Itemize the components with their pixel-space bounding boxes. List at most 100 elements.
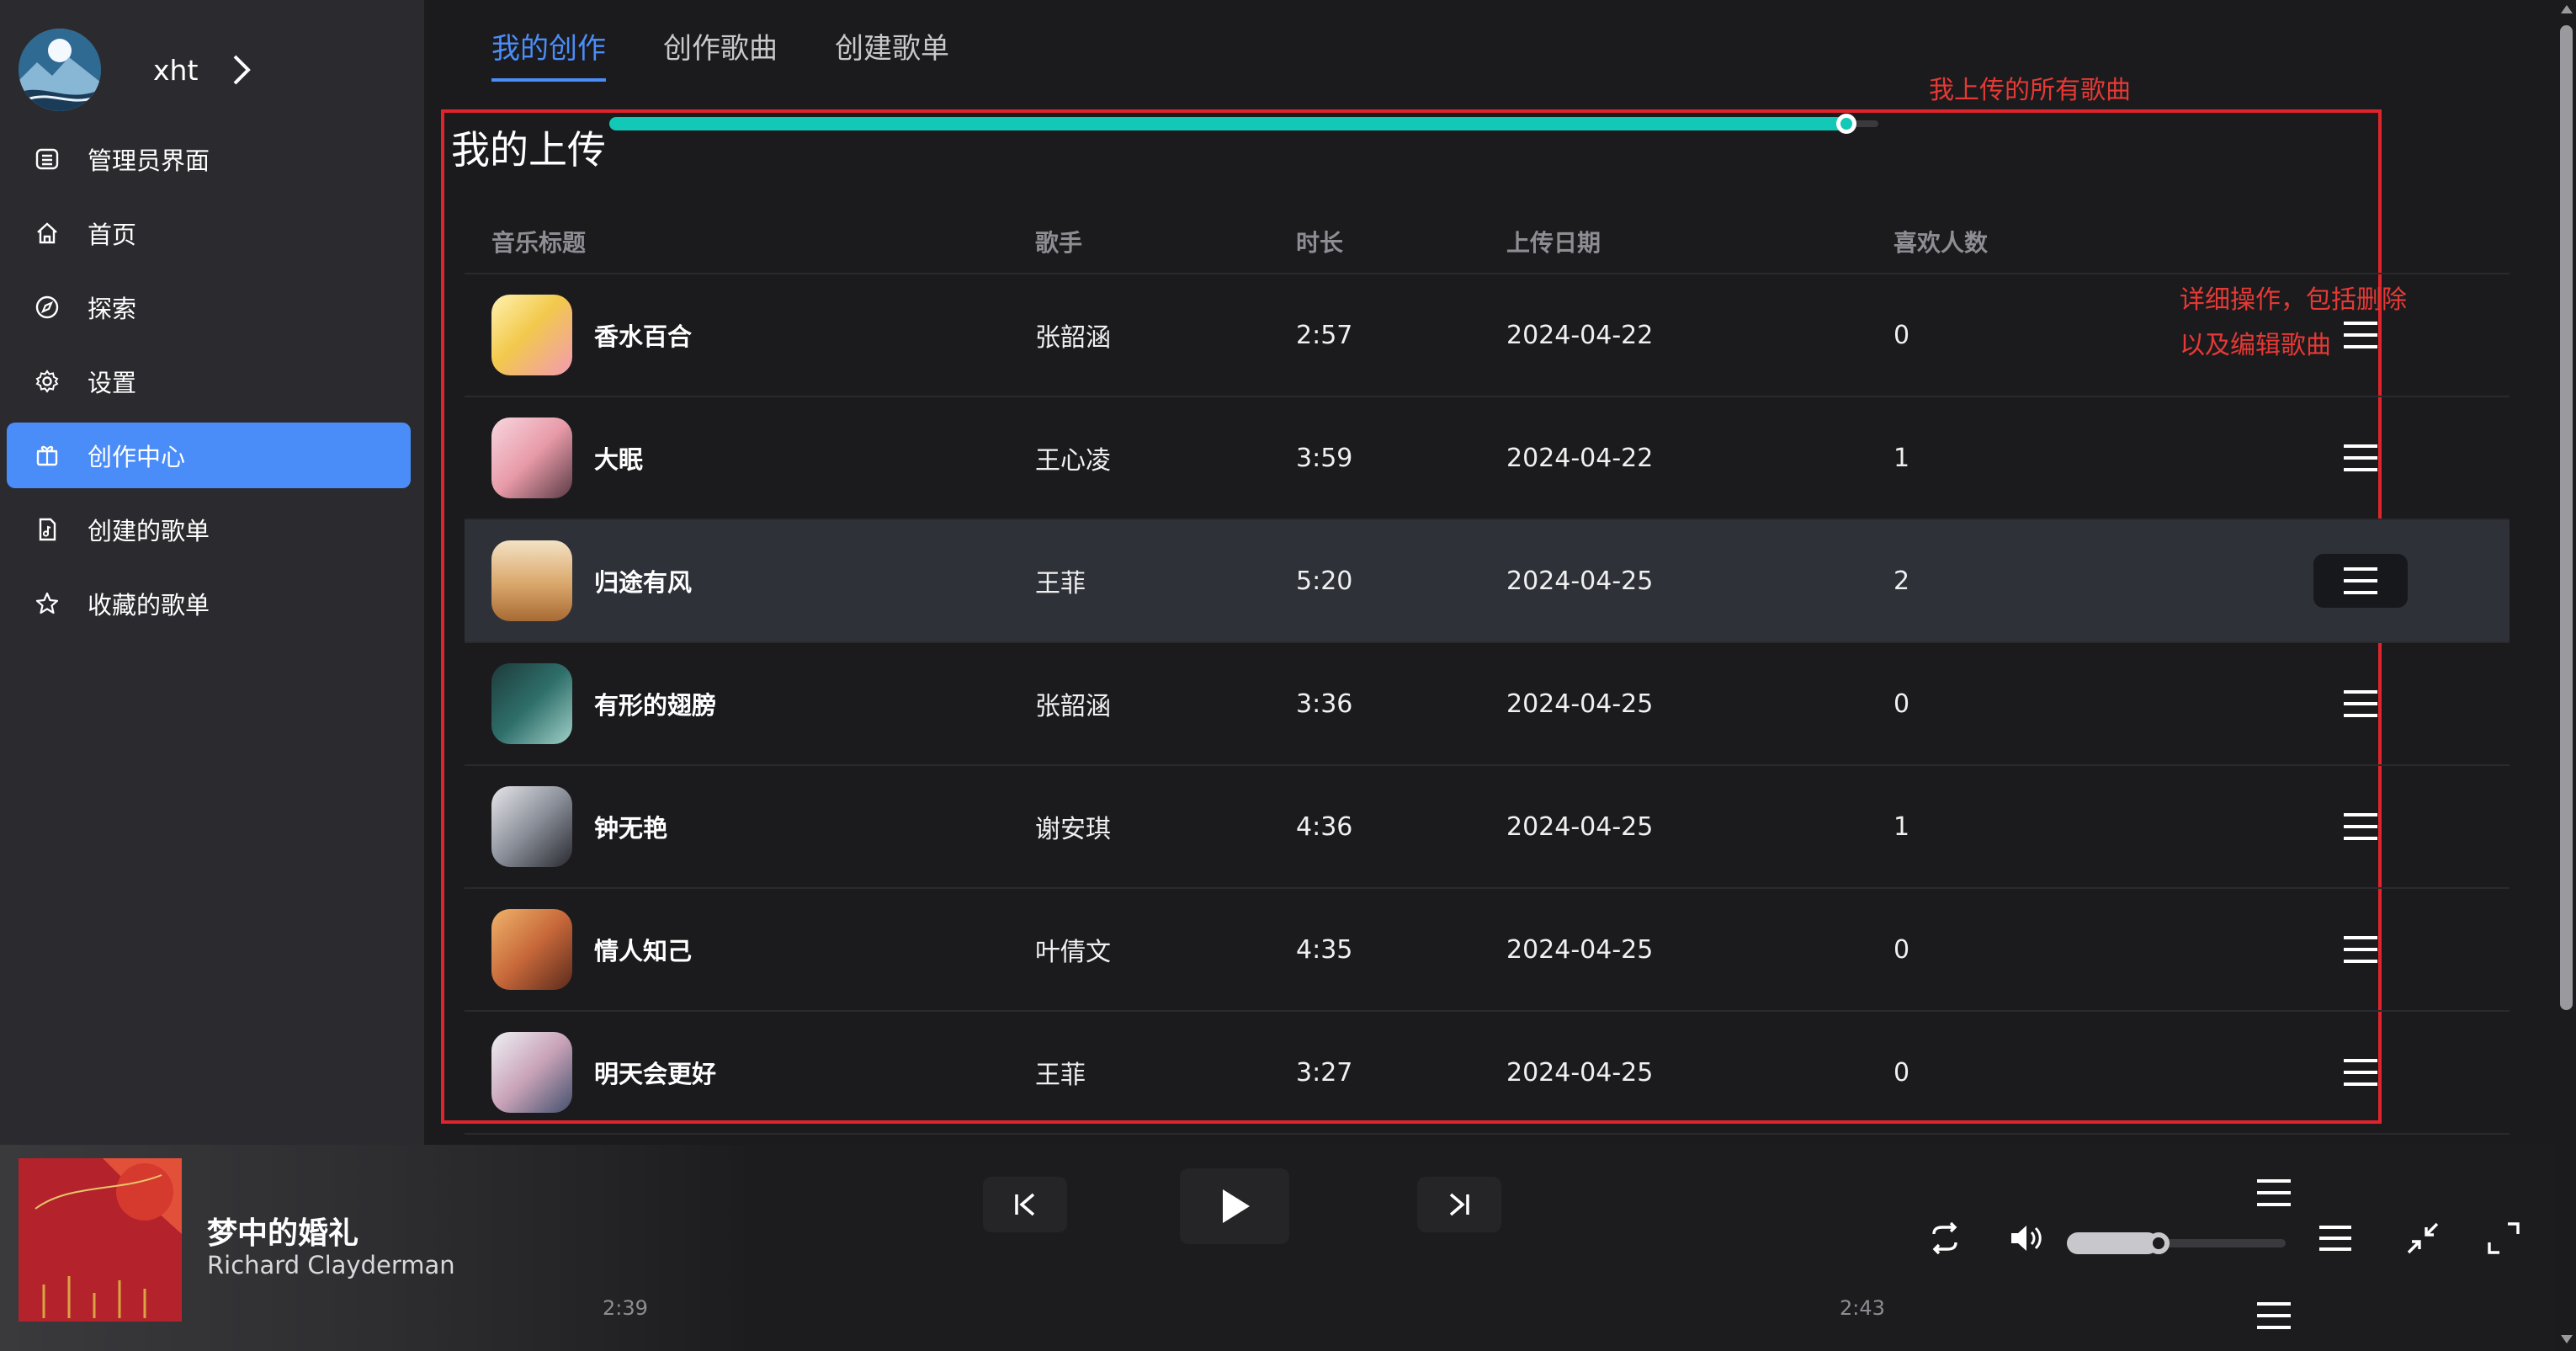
song-date: 2024-04-22 <box>1506 320 1654 350</box>
sidebar-item-label: 探索 <box>88 295 137 323</box>
tab-my-creations[interactable]: 我的创作 <box>491 25 606 82</box>
album-art[interactable] <box>19 1158 182 1322</box>
sidebar-item-created-playlists[interactable]: 创建的歌单 <box>7 497 411 562</box>
song-menu-button[interactable] <box>2313 554 2408 608</box>
song-cover <box>491 418 572 498</box>
song-singer: 张韶涵 <box>1035 323 1111 353</box>
song-duration: 3:59 <box>1296 443 1353 473</box>
app-window: xht 管理员界面 首页 探索 设置 创作中心 创建的歌单 收藏的歌单 我的创作… <box>0 0 2576 1351</box>
volume-fill <box>2067 1232 2159 1254</box>
song-likes: 0 <box>1893 689 1910 719</box>
song-title: 情人知己 <box>594 937 693 965</box>
tab-create-song[interactable]: 创作歌曲 <box>663 25 778 82</box>
tab-bar: 我的创作 创作歌曲 创建歌单 <box>491 25 1006 82</box>
table-row[interactable]: 归途有风 王菲 5:20 2024-04-25 2 <box>465 520 2510 643</box>
sidebar-item-label: 收藏的歌单 <box>88 591 210 620</box>
song-likes: 0 <box>1893 1057 1910 1088</box>
home-icon <box>32 218 62 248</box>
header-title[interactable]: 音乐标题 <box>465 225 1035 258</box>
compass-icon <box>32 292 62 322</box>
current-time: 2:39 <box>603 1296 648 1320</box>
song-duration: 2:57 <box>1296 320 1353 350</box>
song-title: 归途有风 <box>594 568 693 597</box>
tab-create-playlist[interactable]: 创建歌单 <box>835 25 949 82</box>
song-menu-button[interactable] <box>2313 431 2408 485</box>
sidebar-item-label: 创作中心 <box>88 443 186 471</box>
song-duration: 3:36 <box>1296 689 1353 719</box>
sidebar-item-admin[interactable]: 管理员界面 <box>7 126 411 192</box>
now-playing-artist: Richard Clayderman <box>207 1251 455 1279</box>
volume-icon <box>2011 1226 2042 1251</box>
header-likes[interactable]: 喜欢人数 <box>1893 225 2213 258</box>
volume-button[interactable] <box>2005 1217 2047 1259</box>
table-row[interactable]: 大眠 王心凌 3:59 2024-04-22 1 <box>465 397 2510 520</box>
volume-handle[interactable] <box>2148 1232 2170 1254</box>
progress-fill <box>609 117 1846 130</box>
song-date: 2024-04-25 <box>1506 689 1654 719</box>
song-date: 2024-04-25 <box>1506 811 1654 842</box>
song-menu-button[interactable] <box>2313 923 2408 976</box>
sidebar-item-favorite-playlists[interactable]: 收藏的歌单 <box>7 571 411 636</box>
song-cover <box>491 909 572 990</box>
table-row[interactable]: 钟无艳 谢安琪 4:36 2024-04-25 1 <box>465 766 2510 889</box>
song-duration: 3:27 <box>1296 1057 1353 1088</box>
scroll-down-arrow-icon[interactable] <box>2561 1335 2573 1343</box>
scroll-up-arrow-icon[interactable] <box>2561 5 2573 13</box>
song-singer: 叶倩文 <box>1035 938 1111 967</box>
song-cover <box>491 295 572 375</box>
song-menu-button[interactable] <box>2239 1170 2309 1215</box>
table-row[interactable]: 明天会更好 王菲 3:27 2024-04-25 0 <box>465 1012 2510 1135</box>
header-duration[interactable]: 时长 <box>1296 225 1506 258</box>
skip-next-icon <box>1449 1193 1469 1216</box>
table-row[interactable]: 有形的翅膀 张韶涵 3:36 2024-04-25 0 <box>465 643 2510 766</box>
song-title: 钟无艳 <box>594 814 668 843</box>
song-cover <box>491 663 572 744</box>
progress-handle[interactable] <box>1836 114 1856 134</box>
sidebar-item-settings[interactable]: 设置 <box>7 348 411 414</box>
user-profile[interactable]: xht <box>19 29 255 111</box>
song-cover <box>491 1032 572 1113</box>
song-cover <box>491 540 572 621</box>
header-date[interactable]: 上传日期 <box>1506 225 1893 258</box>
song-duration: 4:35 <box>1296 934 1353 965</box>
song-duration: 5:20 <box>1296 566 1353 596</box>
previous-track-button[interactable] <box>983 1177 1067 1232</box>
play-button[interactable] <box>1180 1168 1289 1244</box>
avatar[interactable] <box>19 29 101 111</box>
song-title: 大眠 <box>594 445 644 474</box>
song-singer: 谢安琪 <box>1035 815 1111 844</box>
sidebar-item-creator-center[interactable]: 创作中心 <box>7 423 411 488</box>
play-icon <box>1223 1189 1250 1223</box>
loop-button[interactable] <box>1924 1217 1966 1259</box>
sidebar-nav: 管理员界面 首页 探索 设置 创作中心 创建的歌单 收藏的歌单 <box>7 126 411 645</box>
song-menu-button[interactable] <box>2313 800 2408 854</box>
scroll-thumb[interactable] <box>2560 25 2573 1010</box>
table-row[interactable]: 情人知己 叶倩文 4:35 2024-04-25 0 <box>465 889 2510 1012</box>
song-date: 2024-04-25 <box>1506 934 1654 965</box>
song-menu-button[interactable] <box>2239 1293 2309 1338</box>
next-track-button[interactable] <box>1417 1177 1501 1232</box>
fullscreen-button[interactable] <box>2483 1217 2525 1259</box>
song-title: 香水百合 <box>594 322 693 351</box>
song-menu-button[interactable] <box>2313 677 2408 731</box>
song-likes: 1 <box>1893 443 1910 473</box>
song-date: 2024-04-22 <box>1506 443 1654 473</box>
expand-icon <box>2488 1222 2520 1254</box>
repeat-icon <box>1932 1221 1957 1255</box>
scrollbar[interactable] <box>2557 0 2576 1351</box>
song-likes: 1 <box>1893 811 1910 842</box>
music-file-icon <box>32 514 62 545</box>
playlist-queue-button[interactable] <box>2313 1217 2358 1259</box>
queue-list-icon <box>2319 1226 2351 1251</box>
gear-icon <box>32 366 62 396</box>
song-title: 明天会更好 <box>594 1060 717 1088</box>
chevron-right-icon[interactable] <box>228 53 255 87</box>
sidebar-item-home[interactable]: 首页 <box>7 200 411 266</box>
minimize-player-button[interactable] <box>2402 1217 2444 1259</box>
song-singer: 王菲 <box>1035 569 1086 598</box>
player-bar: 梦中的婚礼 Richard Clayderman 2:39 2:43 <box>0 1145 2557 1351</box>
sidebar-item-explore[interactable]: 探索 <box>7 274 411 340</box>
song-date: 2024-04-25 <box>1506 566 1654 596</box>
song-menu-button[interactable] <box>2313 1045 2408 1099</box>
header-singer[interactable]: 歌手 <box>1035 225 1296 258</box>
